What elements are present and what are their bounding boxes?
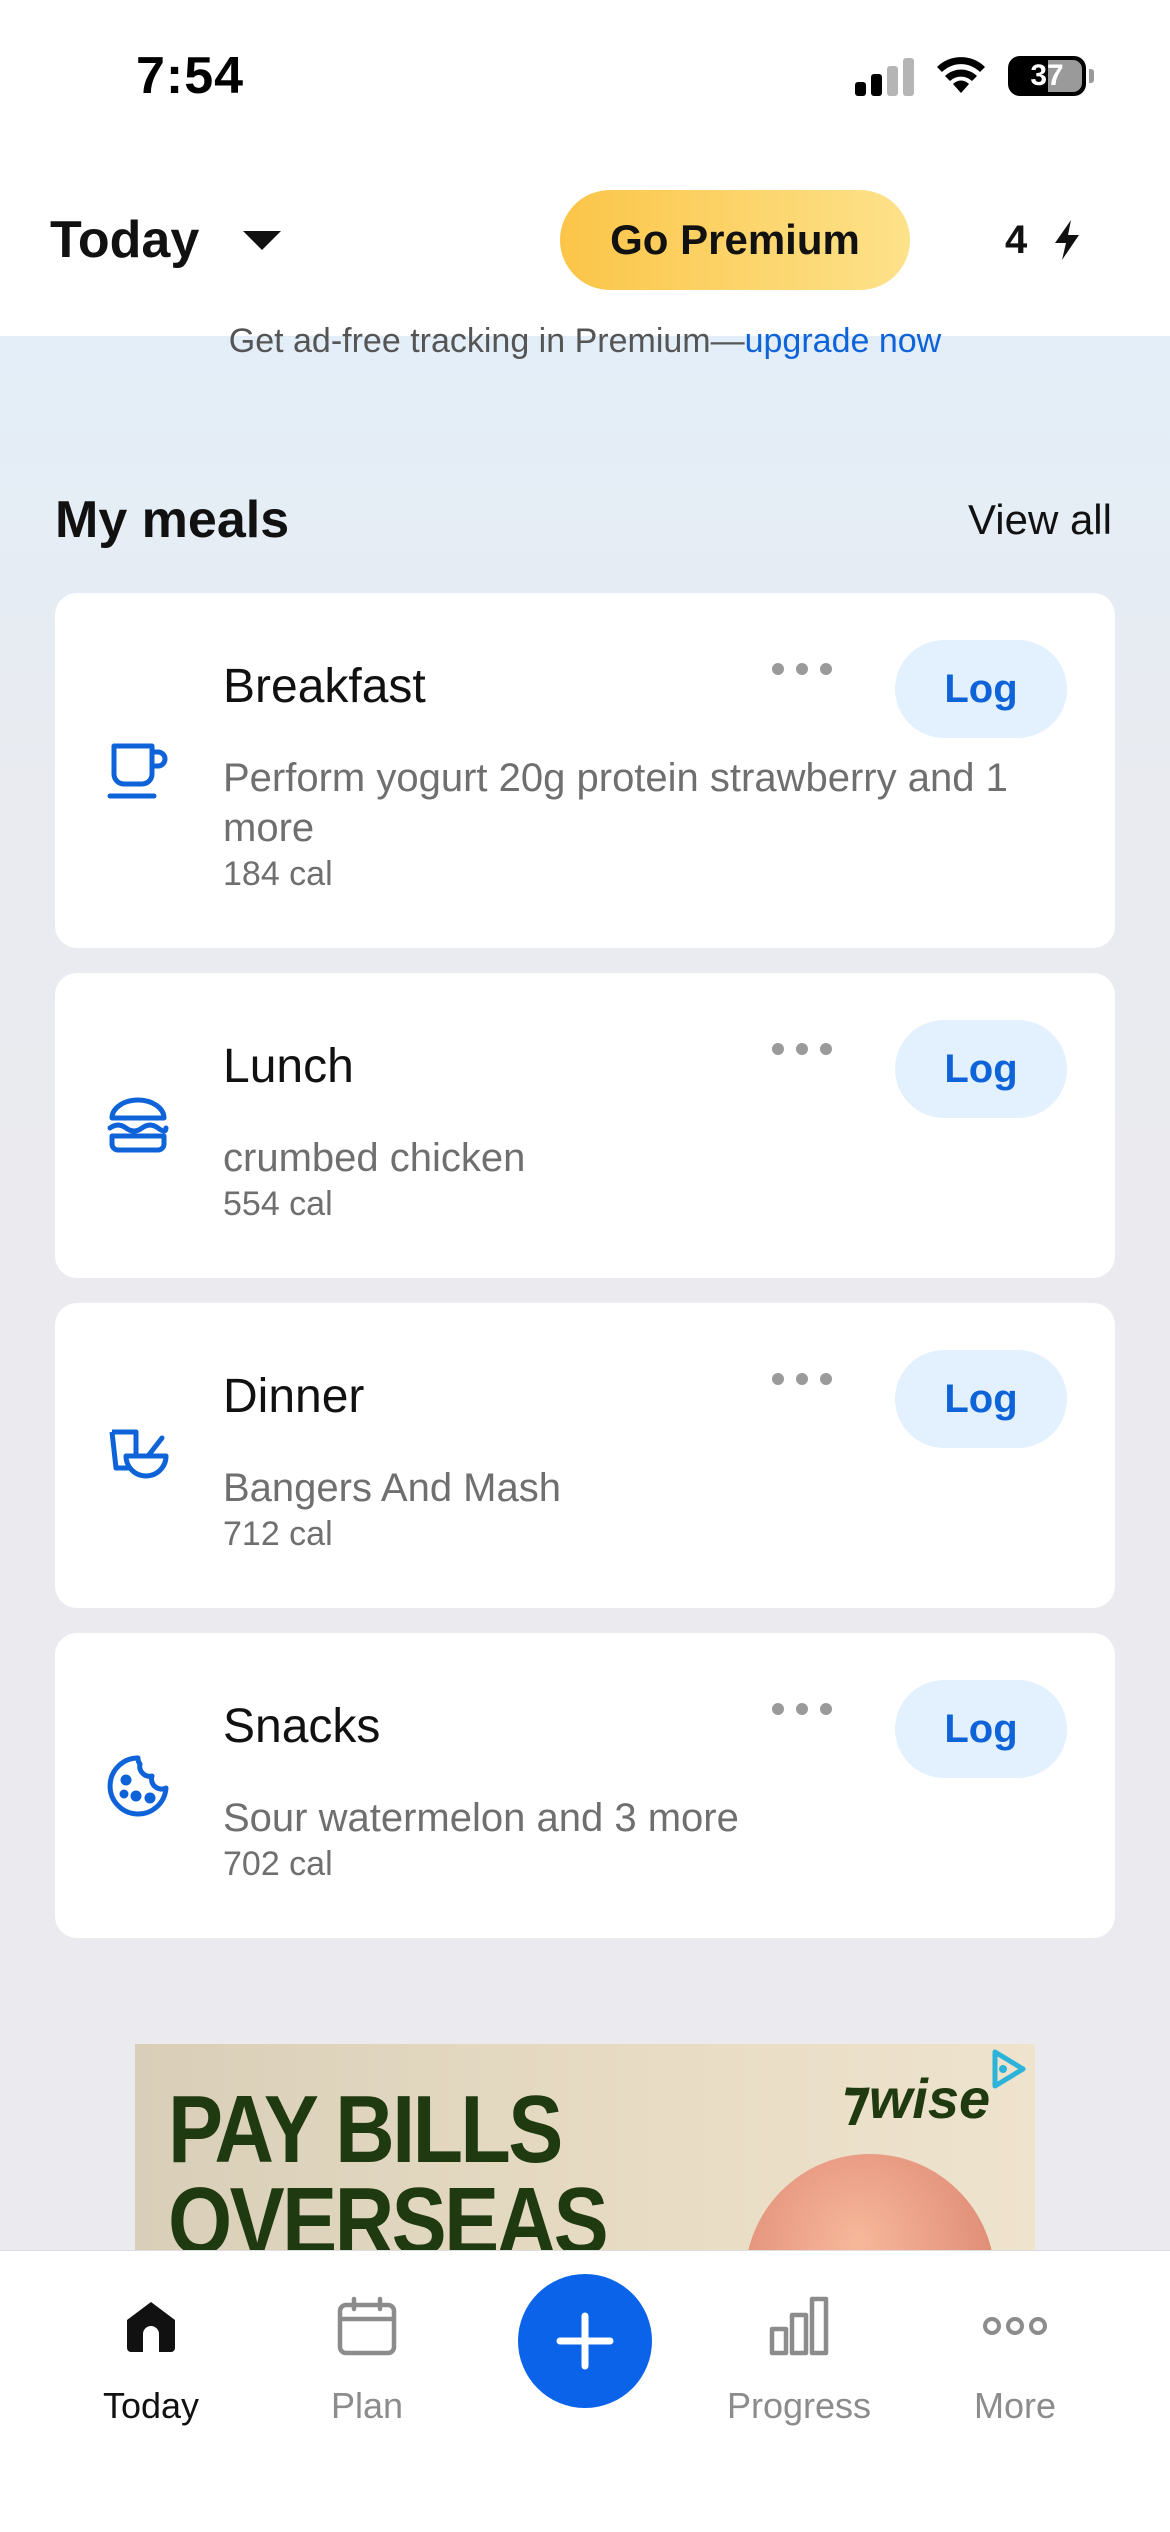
bowl-icon <box>103 1421 173 1491</box>
adchoices-icon[interactable] <box>987 2048 1029 2090</box>
meal-calories: 554 cal <box>223 1185 333 1223</box>
view-all-link[interactable]: View all <box>968 496 1112 544</box>
meal-name: Snacks <box>223 1700 381 1753</box>
tab-label: Today <box>102 2385 200 2426</box>
log-button[interactable]: Log <box>895 640 1067 738</box>
section-title: My meals <box>55 491 290 549</box>
meal-card-breakfast[interactable]: Breakfast Log Perform yogurt 20g protein… <box>55 593 1115 948</box>
meal-card-dinner[interactable]: Dinner Log Bangers And Mash 712 cal <box>55 1303 1115 1608</box>
streak-counter[interactable]: 4 <box>1005 212 1081 268</box>
more-options-icon[interactable] <box>772 1359 832 1399</box>
lightning-bolt-icon <box>1055 220 1080 260</box>
tab-more[interactable]: More <box>925 2291 1105 2431</box>
battery-tip <box>1089 69 1094 83</box>
tab-label: Progress <box>726 2385 872 2426</box>
cookie-icon <box>103 1751 173 1821</box>
tab-label: More <box>973 2385 1057 2426</box>
tab-plan[interactable]: Plan <box>277 2291 457 2431</box>
tab-progress[interactable]: Progress <box>709 2291 889 2431</box>
upgrade-link[interactable]: upgrade now <box>745 322 942 360</box>
battery-percent: 37 <box>1030 59 1064 92</box>
promo-text: Get ad-free tracking in Premium— <box>228 322 745 360</box>
go-premium-button[interactable]: Go Premium <box>560 190 910 290</box>
battery-icon: 37 <box>1008 56 1086 96</box>
log-button[interactable]: Log <box>895 1350 1067 1448</box>
meal-calories: 702 cal <box>223 1845 333 1883</box>
log-button[interactable]: Log <box>895 1020 1067 1118</box>
screen: 7:54 37 Today Go Premium 4 Get ad-free t… <box>0 0 1170 2532</box>
meal-calories: 184 cal <box>223 855 333 893</box>
premium-promo: Get ad-free tracking in Premium—upgrade … <box>0 322 1170 361</box>
day-label: Today <box>50 211 200 269</box>
tab-label: Plan <box>330 2385 404 2426</box>
streak-count: 4 <box>1005 217 1028 262</box>
meal-name: Breakfast <box>223 660 426 713</box>
meal-card-lunch[interactable]: Lunch Log crumbed chicken 554 cal <box>55 973 1115 1278</box>
ad-headline: PAY BILLS OVERSEAS <box>168 2076 609 2255</box>
ad-photo <box>745 2154 995 2254</box>
ad-headline-line2: OVERSEAS <box>168 2168 609 2255</box>
wise-flag-icon: ⁊ <box>840 2067 869 2130</box>
meal-name: Lunch <box>223 1040 354 1093</box>
more-dots-icon <box>980 2291 1050 2361</box>
bottom-tab-bar: Today Plan Progress More <box>0 2250 1170 2532</box>
status-bar: 7:54 37 <box>0 0 1170 150</box>
day-selector[interactable]: Today <box>50 200 282 280</box>
ad-brand-logo: ⁊wise <box>840 2066 990 2132</box>
meal-description: crumbed chicken <box>223 1136 526 1180</box>
add-button[interactable] <box>518 2274 652 2408</box>
meal-description: Perform yogurt 20g protein strawberry an… <box>223 756 1008 850</box>
plus-icon <box>556 2312 614 2370</box>
meal-card-snacks[interactable]: Snacks Log Sour watermelon and 3 more 70… <box>55 1633 1115 1938</box>
ad-banner[interactable]: PAY BILLS OVERSEAS ⁊wise <box>135 2044 1035 2254</box>
burger-icon <box>103 1091 173 1161</box>
app-header: Today Go Premium 4 <box>0 150 1170 336</box>
meal-calories: 712 cal <box>223 1515 333 1553</box>
more-options-icon[interactable] <box>772 1029 832 1069</box>
status-time: 7:54 <box>136 47 245 105</box>
meal-description: Sour watermelon and 3 more <box>223 1796 739 1840</box>
cellular-signal-icon <box>855 58 915 96</box>
more-options-icon[interactable] <box>772 1689 832 1729</box>
meal-description: Bangers And Mash <box>223 1466 561 1510</box>
more-options-icon[interactable] <box>772 649 832 689</box>
tab-today[interactable]: Today <box>61 2291 241 2431</box>
ad-brand-name: wise <box>868 2067 991 2130</box>
coffee-cup-icon <box>103 735 173 805</box>
meal-name: Dinner <box>223 1370 365 1423</box>
home-icon <box>116 2291 186 2361</box>
ad-headline-line1: PAY BILLS <box>168 2076 563 2183</box>
bar-chart-icon <box>764 2291 834 2361</box>
wifi-icon <box>937 57 985 93</box>
caret-down-icon <box>243 230 282 250</box>
calendar-icon <box>332 2291 402 2361</box>
log-button[interactable]: Log <box>895 1680 1067 1778</box>
